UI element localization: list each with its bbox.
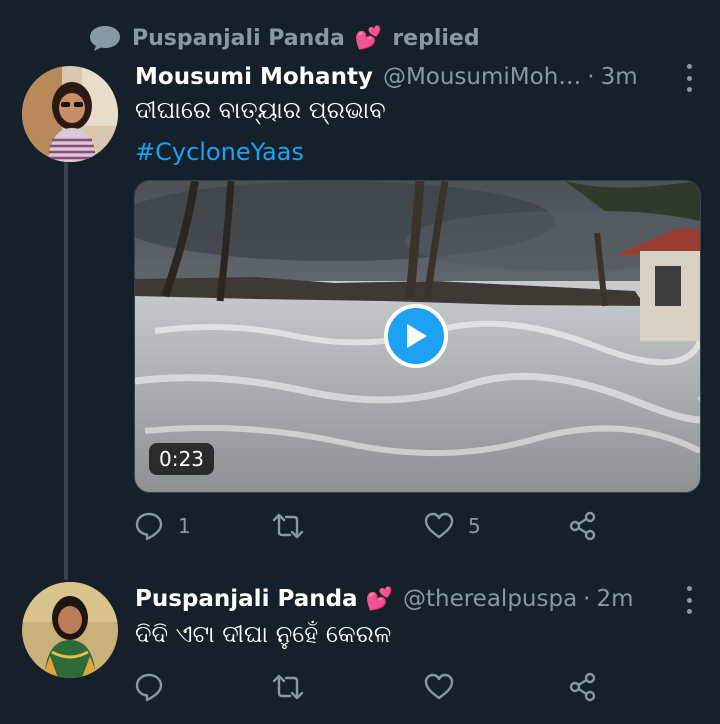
more-icon[interactable] — [684, 64, 694, 92]
social-context-action: replied — [392, 25, 480, 51]
separator-dot: · — [583, 586, 591, 612]
reply-icon — [135, 512, 163, 541]
speech-bubble-icon — [90, 26, 120, 51]
like-count: 5 — [468, 514, 481, 538]
like-button[interactable] — [424, 673, 568, 701]
social-context-name[interactable]: Puspanjali Panda — [132, 26, 345, 51]
retweet-button[interactable] — [272, 672, 424, 702]
separator-dot: · — [587, 64, 595, 90]
author-handle[interactable]: @MousumiMoh… — [383, 64, 581, 90]
hashtag-link[interactable]: #CycloneYaas — [135, 138, 304, 166]
tweet-header: Puspanjali Panda 💕 @therealpuspa · 2m — [135, 583, 634, 615]
tweet-text: ଦିଦି ଏଟା ଦୀଘା ନୁହେଁ କେରଳ — [135, 620, 392, 648]
retweet-icon — [272, 513, 304, 539]
video-duration: 0:23 — [149, 443, 214, 475]
heart-emoji: 💕 — [354, 25, 383, 51]
author-name[interactable]: Mousumi Mohanty — [135, 64, 373, 90]
tweet-header: Mousumi Mohanty @MousumiMoh… · 3m — [135, 61, 638, 93]
play-icon — [407, 324, 427, 348]
like-icon — [424, 512, 454, 539]
like-button[interactable]: 5 — [424, 512, 568, 540]
share-icon — [569, 511, 596, 541]
like-icon — [424, 673, 454, 700]
tweet-actions: 1 5 — [134, 508, 614, 544]
tweet-timestamp[interactable]: 2m — [596, 586, 633, 612]
share-button[interactable] — [568, 511, 598, 541]
reply-count: 1 — [178, 514, 191, 538]
reply-button[interactable] — [134, 672, 272, 702]
tweet-text: ଦୀଘାରେ ବାତ୍ୟାର ପ୍ରଭାବ — [135, 96, 386, 124]
reply-icon — [135, 673, 163, 702]
author-name[interactable]: Puspanjali Panda — [135, 586, 358, 612]
thread-connector-line — [64, 162, 68, 580]
share-icon — [569, 672, 596, 702]
tweet-actions — [134, 669, 614, 705]
author-handle[interactable]: @therealpuspa — [403, 586, 577, 612]
share-button[interactable] — [568, 672, 598, 702]
retweet-button[interactable] — [272, 511, 424, 541]
more-icon[interactable] — [684, 586, 694, 614]
play-button[interactable] — [384, 304, 448, 368]
social-context[interactable]: Puspanjali Panda 💕 replied — [88, 22, 480, 54]
avatar[interactable] — [22, 66, 118, 162]
tweet-timestamp[interactable]: 3m — [601, 64, 638, 90]
reply-button[interactable]: 1 — [134, 511, 272, 541]
retweet-icon — [272, 674, 304, 700]
video-player[interactable]: 0:23 — [134, 180, 701, 493]
avatar[interactable] — [22, 582, 118, 678]
heart-emoji: 💕 — [365, 586, 393, 612]
